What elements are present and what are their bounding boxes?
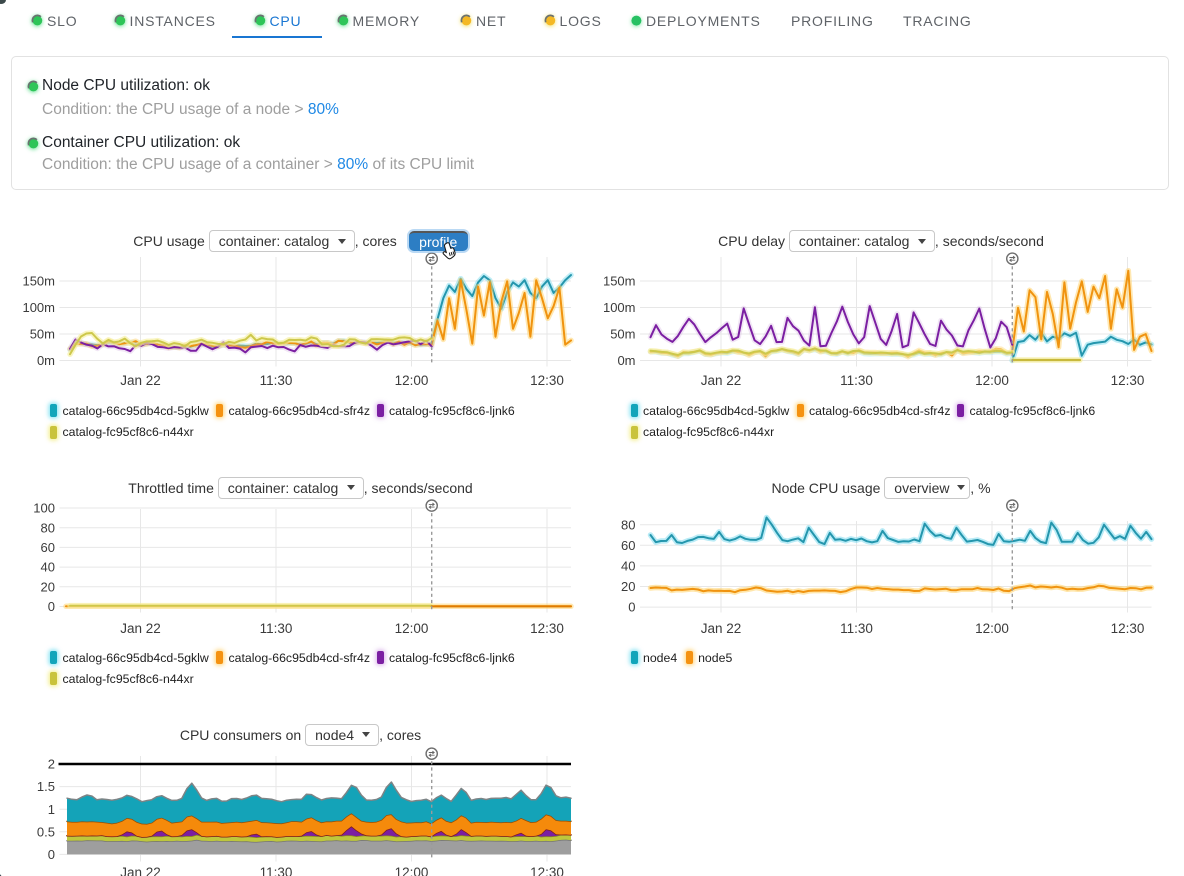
svg-text:12:30: 12:30 bbox=[530, 621, 564, 636]
svg-text:1.5: 1.5 bbox=[37, 779, 55, 794]
svg-text:11:30: 11:30 bbox=[260, 621, 293, 636]
svg-text:12:00: 12:00 bbox=[395, 373, 429, 388]
svg-text:Jan 22: Jan 22 bbox=[120, 621, 161, 636]
svg-text:60: 60 bbox=[621, 538, 635, 553]
svg-text:0: 0 bbox=[48, 847, 55, 862]
svg-text:20: 20 bbox=[621, 579, 635, 594]
svg-text:12:00: 12:00 bbox=[975, 373, 1009, 388]
svg-text:12:00: 12:00 bbox=[395, 865, 429, 876]
svg-text:80: 80 bbox=[621, 517, 635, 532]
svg-text:150m: 150m bbox=[603, 274, 636, 289]
svg-text:0m: 0m bbox=[617, 353, 635, 368]
svg-text:150m: 150m bbox=[22, 274, 55, 289]
svg-text:20: 20 bbox=[41, 579, 55, 594]
svg-text:0.5: 0.5 bbox=[37, 824, 55, 839]
svg-text:0: 0 bbox=[48, 599, 55, 614]
svg-text:Jan 22: Jan 22 bbox=[120, 865, 161, 876]
svg-text:0: 0 bbox=[628, 600, 635, 615]
svg-text:0m: 0m bbox=[37, 353, 55, 368]
svg-text:80: 80 bbox=[41, 520, 55, 535]
svg-text:1: 1 bbox=[48, 802, 55, 817]
svg-text:12:00: 12:00 bbox=[975, 621, 1009, 636]
svg-text:11:30: 11:30 bbox=[260, 865, 293, 876]
svg-text:12:30: 12:30 bbox=[1111, 621, 1145, 636]
svg-text:2: 2 bbox=[48, 757, 55, 772]
svg-text:50m: 50m bbox=[30, 327, 55, 342]
svg-text:Jan 22: Jan 22 bbox=[120, 373, 161, 388]
svg-text:60: 60 bbox=[41, 540, 55, 555]
svg-text:12:00: 12:00 bbox=[395, 621, 429, 636]
svg-text:40: 40 bbox=[41, 560, 55, 575]
svg-text:100m: 100m bbox=[22, 300, 55, 315]
svg-text:50m: 50m bbox=[610, 327, 635, 342]
svg-text:100: 100 bbox=[33, 501, 55, 516]
svg-text:12:30: 12:30 bbox=[530, 373, 564, 388]
svg-text:12:30: 12:30 bbox=[530, 865, 564, 876]
svg-text:100m: 100m bbox=[603, 300, 636, 315]
svg-text:Jan 22: Jan 22 bbox=[701, 373, 742, 388]
svg-text:11:30: 11:30 bbox=[260, 373, 293, 388]
svg-text:40: 40 bbox=[621, 559, 635, 574]
svg-text:12:30: 12:30 bbox=[1111, 373, 1145, 388]
svg-text:11:30: 11:30 bbox=[840, 373, 873, 388]
svg-text:11:30: 11:30 bbox=[840, 621, 873, 636]
svg-text:Jan 22: Jan 22 bbox=[701, 621, 742, 636]
